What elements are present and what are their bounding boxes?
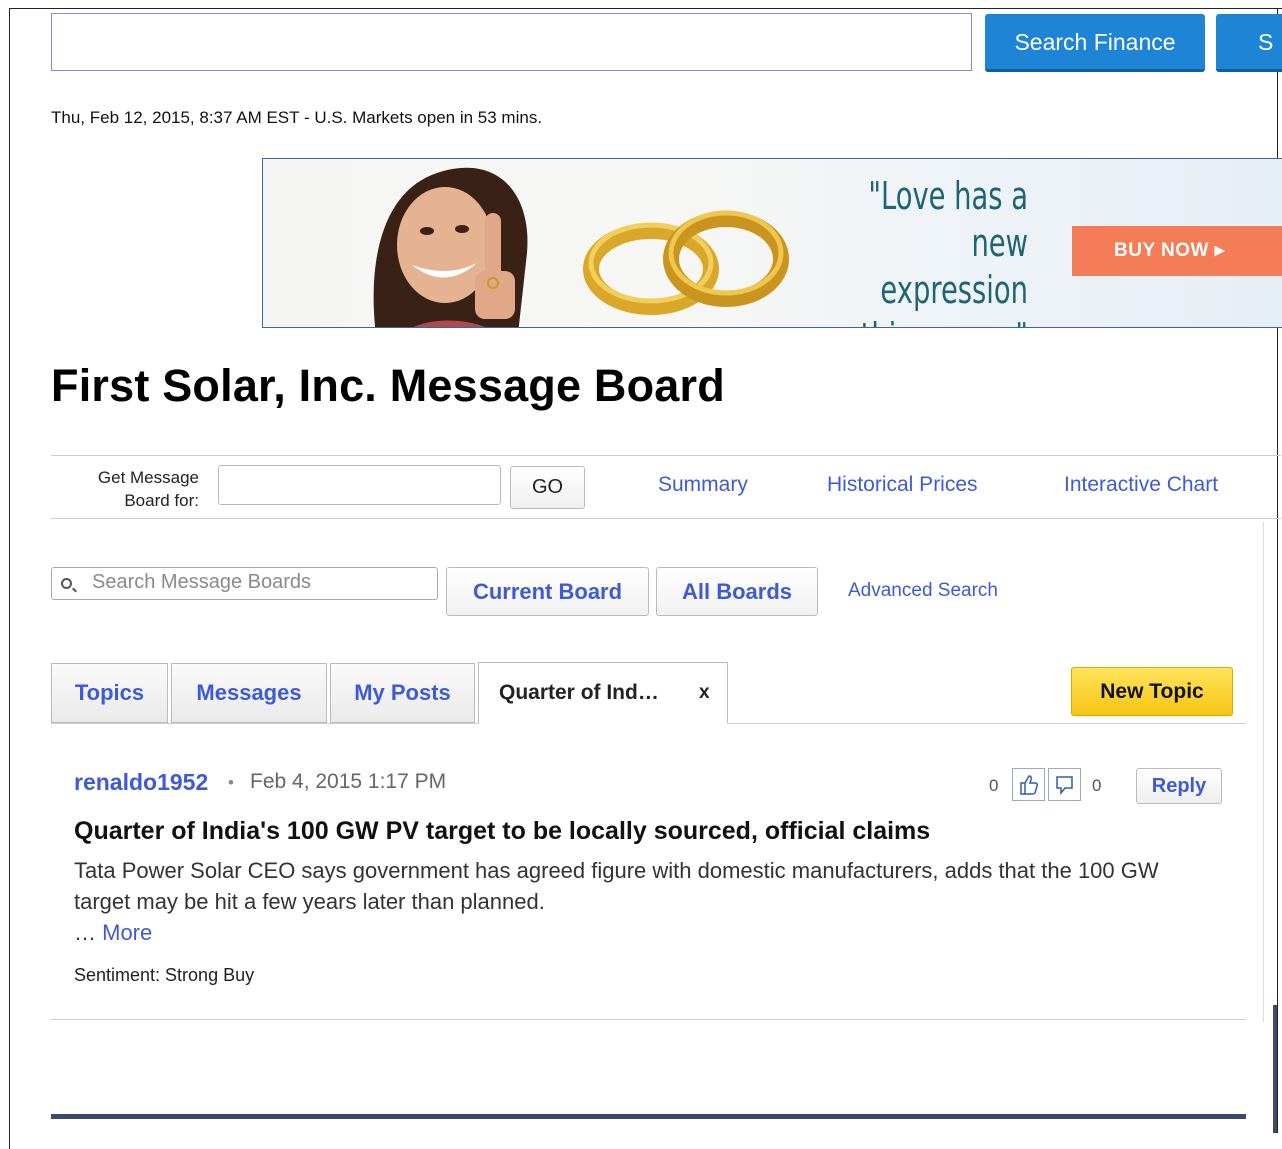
post-body: Tata Power Solar CEO says government has… (74, 855, 1214, 948)
thumbs-down-count: 0 (1092, 776, 1102, 795)
tab-topics[interactable]: Topics (51, 663, 168, 723)
search-web-button[interactable]: S (1216, 14, 1282, 72)
interactive-chart-link[interactable]: Interactive Chart (1064, 473, 1218, 497)
ad-quote-line: "Love has a (868, 174, 1028, 218)
ad-banner[interactable]: "Love has a new expression this season" … (262, 158, 1282, 328)
close-tab-icon[interactable]: x (699, 663, 710, 723)
more-line: … More (74, 917, 1214, 948)
reply-button[interactable]: Reply (1136, 768, 1222, 804)
post-author[interactable]: renaldo1952 (74, 769, 208, 796)
post-headline: Quarter of India's 100 GW PV target to b… (74, 817, 931, 845)
post-separator: • (228, 773, 234, 792)
post-divider (51, 1019, 1246, 1020)
all-boards-button[interactable]: All Boards (656, 567, 818, 616)
ad-quote-line: this season" (855, 314, 1028, 327)
get-message-board-label-line: Board for: (124, 491, 199, 510)
tab-current-topic[interactable]: Quarter of Ind… x (478, 662, 728, 724)
search-finance-button[interactable]: Search Finance (985, 14, 1205, 72)
historical-prices-link[interactable]: Historical Prices (827, 473, 978, 497)
symbol-input[interactable] (218, 465, 501, 505)
page-title: First Solar, Inc. Message Board (51, 360, 725, 411)
scroll-track (1263, 522, 1264, 1022)
summary-link[interactable]: Summary (658, 473, 748, 497)
ad-quote-line: new expression (880, 221, 1028, 312)
new-topic-button[interactable]: New Topic (1071, 667, 1233, 716)
post-sentiment: Sentiment: Strong Buy (74, 965, 255, 985)
ad-quote: "Love has a new expression this season" (855, 173, 1028, 327)
tab-current-topic-label: Quarter of Ind… (499, 681, 659, 704)
current-board-button[interactable]: Current Board (446, 567, 649, 616)
thumbs-down-icon[interactable] (1048, 768, 1081, 801)
post-date: Feb 4, 2015 1:17 PM (250, 770, 447, 793)
ad-woman-image (373, 167, 528, 327)
finance-search-input[interactable] (51, 13, 972, 71)
thumbs-up-icon[interactable] (1012, 768, 1045, 801)
footer-bar (51, 1114, 1246, 1119)
get-message-board-label: Get Message Board for: (64, 466, 199, 512)
search-placeholder: Search Message Boards (92, 571, 312, 593)
tab-messages[interactable]: Messages (171, 663, 327, 723)
advanced-search-link[interactable]: Advanced Search (848, 580, 998, 602)
search-icon (61, 578, 72, 589)
more-link[interactable]: More (102, 920, 152, 945)
more-ellipsis: … (74, 920, 96, 945)
scrollbar-thumb[interactable] (1273, 1005, 1277, 1133)
ad-rings-image (583, 210, 789, 315)
ad-buy-now-button[interactable]: BUY NOW ▸ (1072, 226, 1282, 276)
market-status: Thu, Feb 12, 2015, 8:37 AM EST - U.S. Ma… (51, 108, 543, 127)
post-body-text: Tata Power Solar CEO says government has… (74, 858, 1159, 914)
thumbs-up-count: 0 (989, 776, 999, 795)
go-button[interactable]: GO (510, 466, 585, 509)
message-board-search-input[interactable]: Search Message Boards (51, 567, 438, 600)
get-message-board-label-line: Get Message (97, 468, 199, 487)
tab-my-posts[interactable]: My Posts (330, 663, 475, 723)
